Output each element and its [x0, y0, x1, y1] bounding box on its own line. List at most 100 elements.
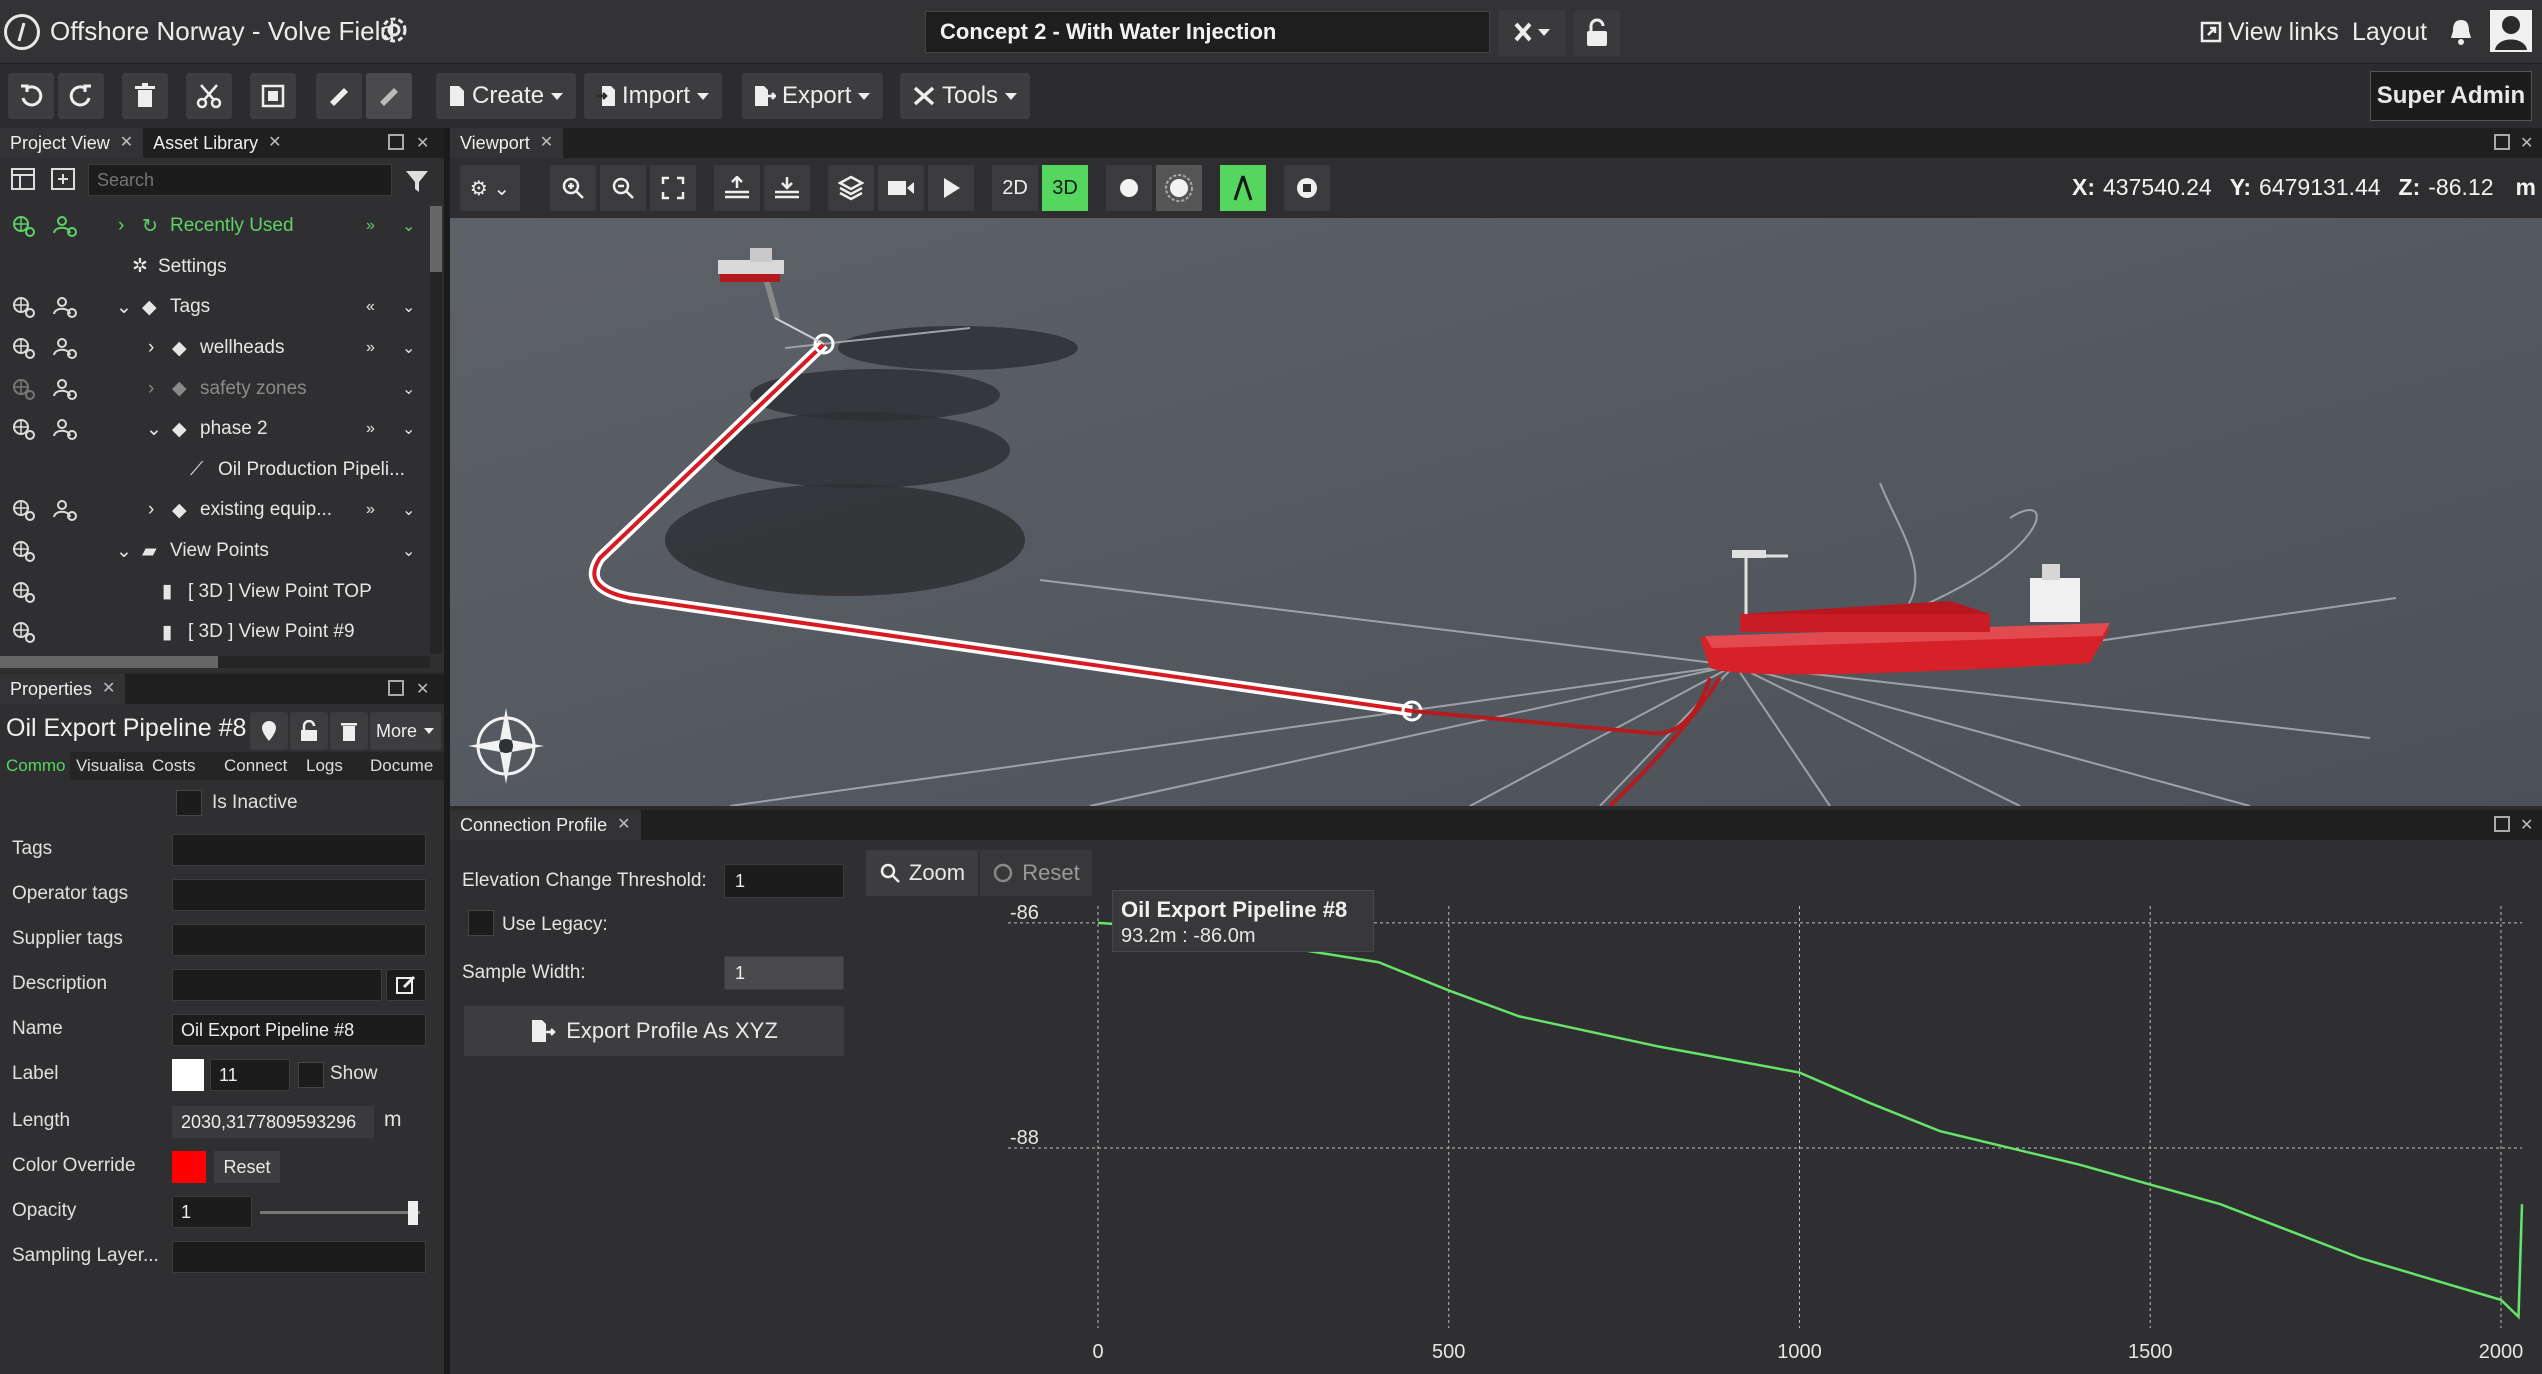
tree-item-recently-used[interactable]: › ↻ Recently Used » ⌄ — [0, 206, 430, 247]
close-icon[interactable]: ✕ — [416, 679, 429, 699]
opacity-field[interactable]: 1 — [172, 1196, 252, 1228]
maximize-icon[interactable] — [2494, 816, 2510, 832]
safety-zone-ellipse[interactable] — [838, 326, 1078, 370]
chevron-down-icon[interactable]: ⌄ — [116, 296, 132, 319]
tab-asset-library[interactable]: Asset Library ✕ — [143, 128, 291, 158]
subtab-documents[interactable]: Docume — [364, 752, 444, 780]
visibility-toggle-icon[interactable] — [10, 621, 36, 644]
sea-surface-up-icon[interactable] — [714, 165, 760, 211]
tree-search-input[interactable] — [88, 164, 392, 196]
collapse-tree-icon[interactable] — [10, 166, 36, 192]
maximize-icon[interactable] — [2494, 134, 2510, 150]
chevron-down-icon[interactable]: ⌄ — [402, 379, 415, 399]
filter-icon[interactable] — [404, 168, 430, 194]
tree-item-safety-zones[interactable]: › ◆ safety zones ⌄ — [0, 368, 430, 409]
tools-menu-button[interactable]: Tools — [900, 73, 1031, 119]
profile-series-line[interactable] — [1097, 921, 2524, 1320]
tree-item-view-point-9[interactable]: ▮ [ 3D ] View Point #9 — [0, 612, 430, 653]
visibility-toggle-icon[interactable] — [10, 215, 36, 238]
chevron-down-icon[interactable]: ⌄ — [402, 541, 415, 561]
close-icon[interactable]: ✕ — [2520, 133, 2533, 153]
seabed-down-icon[interactable] — [764, 165, 810, 211]
description-field[interactable] — [172, 969, 382, 1001]
maximize-icon[interactable] — [388, 680, 404, 696]
close-icon[interactable]: ✕ — [416, 133, 429, 153]
tree-item-settings[interactable]: ✲ Settings — [0, 247, 430, 288]
import-menu-button[interactable]: Import — [584, 73, 723, 119]
scenario-tools-button[interactable] — [1498, 10, 1566, 56]
lock-icon[interactable] — [1574, 10, 1620, 56]
show-label-checkbox[interactable] — [298, 1062, 324, 1088]
supplier-tags-field[interactable] — [172, 924, 426, 956]
tab-connection-profile[interactable]: Connection Profile ✕ — [450, 810, 641, 840]
view-3d-button[interactable]: 3D — [1042, 165, 1088, 211]
tree-item-oil-production-pipeline[interactable]: ⟋ Oil Production Pipeli... — [0, 450, 430, 491]
chevron-down-icon[interactable]: ⌄ — [402, 338, 415, 358]
avatar[interactable] — [2490, 10, 2532, 52]
visibility-toggle-icon[interactable] — [10, 499, 36, 522]
edit-description-icon[interactable] — [386, 969, 426, 1001]
more-menu-button[interactable]: More — [370, 712, 442, 750]
user-visibility-icon[interactable] — [52, 418, 78, 441]
trash-icon[interactable] — [330, 712, 368, 750]
visibility-toggle-icon[interactable] — [10, 418, 36, 441]
view-2d-button[interactable]: 2D — [992, 165, 1038, 211]
zoom-out-icon[interactable] — [600, 165, 646, 211]
visibility-toggle-icon[interactable] — [10, 581, 36, 603]
reset-zoom-button[interactable]: Reset — [980, 850, 1092, 896]
chevron-down-icon[interactable]: ⌄ — [146, 418, 162, 441]
cut-icon[interactable] — [186, 73, 232, 119]
close-icon[interactable]: ✕ — [268, 128, 281, 158]
tree-horizontal-scrollbar[interactable] — [0, 656, 430, 668]
add-folder-icon[interactable] — [50, 166, 76, 192]
sample-width-input[interactable]: 1 — [724, 956, 844, 990]
zoom-button[interactable]: Zoom — [866, 850, 978, 896]
tree-vertical-scrollbar[interactable] — [430, 206, 442, 654]
safety-zone-ellipse[interactable] — [665, 484, 1025, 596]
chevron-down-icon[interactable]: ⌄ — [402, 419, 415, 439]
user-visibility-icon[interactable] — [52, 296, 78, 319]
tree-item-view-point-top[interactable]: ▮ [ 3D ] View Point TOP — [0, 571, 430, 612]
ruler-pencil-icon[interactable] — [316, 73, 362, 119]
notifications-bell-icon[interactable] — [2448, 17, 2474, 47]
unlock-icon[interactable] — [290, 712, 328, 750]
double-chevron-down-icon[interactable]: » — [366, 420, 375, 438]
visibility-toggle-icon[interactable] — [10, 337, 36, 360]
tree-item-wellheads[interactable]: › ◆ wellheads » ⌄ — [0, 328, 430, 369]
user-visibility-icon[interactable] — [52, 378, 78, 400]
tree-item-view-points[interactable]: ⌄ ▰ View Points ⌄ — [0, 531, 430, 572]
fit-view-icon[interactable] — [650, 165, 696, 211]
is-inactive-checkbox[interactable] — [176, 790, 202, 816]
label-color-swatch[interactable] — [172, 1059, 204, 1091]
double-chevron-down-icon[interactable]: » — [366, 501, 375, 519]
chevron-right-icon[interactable]: › — [148, 378, 154, 400]
safety-zone-ellipse[interactable] — [710, 412, 1010, 488]
chevron-right-icon[interactable]: › — [148, 499, 154, 521]
sampling-layer-field[interactable] — [172, 1241, 426, 1273]
maximize-icon[interactable] — [388, 134, 404, 150]
tab-properties[interactable]: Properties ✕ — [0, 674, 126, 704]
close-icon[interactable]: ✕ — [2520, 815, 2533, 835]
export-profile-xyz-button[interactable]: Export Profile As XYZ — [464, 1006, 844, 1056]
subtab-costs[interactable]: Costs — [146, 752, 218, 780]
chevron-down-icon[interactable]: ⌄ — [402, 216, 415, 236]
user-visibility-icon[interactable] — [52, 337, 78, 360]
tree-item-tags[interactable]: ⌄ ◆ Tags « ⌄ — [0, 287, 430, 328]
subtab-logs[interactable]: Logs — [300, 752, 364, 780]
shadow-sphere-icon[interactable] — [1156, 165, 1202, 211]
color-override-reset-button[interactable]: Reset — [214, 1151, 280, 1183]
project-settings-icon[interactable] — [376, 12, 412, 48]
layout-button[interactable]: Layout — [2352, 10, 2427, 54]
close-icon[interactable]: ✕ — [120, 128, 133, 158]
close-icon[interactable]: ✕ — [617, 810, 630, 840]
elevation-profile-chart[interactable]: 0 500 1000 1500 2000 -86 -88 — [870, 898, 2542, 1374]
tags-field[interactable] — [172, 834, 426, 866]
label-number-field[interactable]: 11 — [210, 1059, 290, 1091]
visibility-toggle-icon[interactable] — [10, 296, 36, 319]
user-visibility-icon[interactable] — [52, 499, 78, 522]
play-icon[interactable] — [928, 165, 974, 211]
tab-viewport[interactable]: Viewport ✕ — [450, 128, 564, 158]
view-links-button[interactable]: View links — [2200, 10, 2339, 54]
undo-icon[interactable] — [8, 73, 54, 119]
opacity-slider-handle[interactable] — [408, 1201, 418, 1225]
